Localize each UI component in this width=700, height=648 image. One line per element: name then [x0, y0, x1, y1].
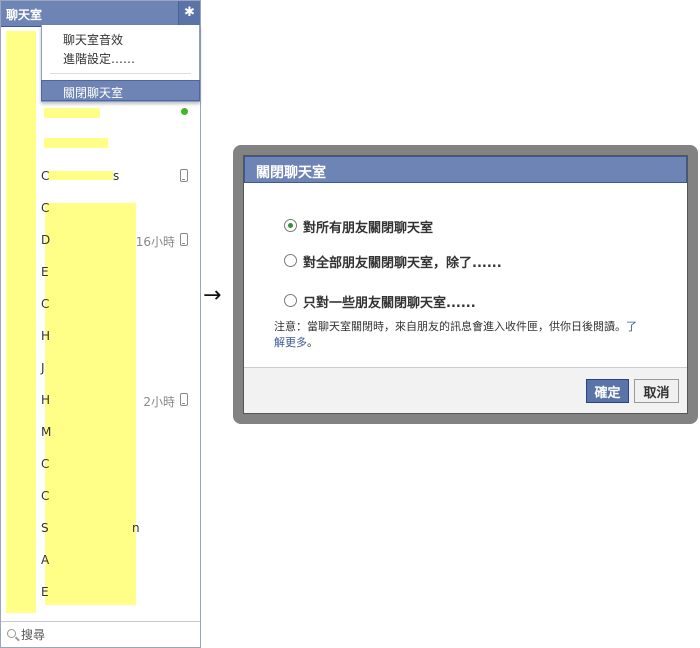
- confirm-button[interactable]: 確定: [586, 379, 629, 403]
- contact-name-initial: A: [41, 553, 50, 567]
- contact-name-initial: C: [41, 489, 50, 503]
- chat-title: 聊天室: [6, 8, 43, 22]
- radio-button[interactable]: [284, 219, 297, 232]
- gear-icon: ✱: [184, 5, 195, 20]
- note-end: 。: [307, 336, 318, 349]
- contact-row[interactable]: A: [1, 544, 200, 576]
- menu-divider: [50, 73, 191, 74]
- contact-row[interactable]: E: [1, 256, 200, 288]
- mobile-phone-icon: [180, 169, 188, 182]
- contact-name-initial: E: [41, 585, 49, 599]
- chat-settings-button[interactable]: ✱: [178, 1, 200, 27]
- contact-row[interactable]: D 16小時: [1, 224, 200, 256]
- contact-row[interactable]: C: [1, 480, 200, 512]
- search-icon: [7, 629, 16, 638]
- last-active-time: 16小時: [135, 235, 175, 249]
- contact-name-initial: H: [41, 393, 51, 407]
- dialog-overlay-frame: 關閉聊天室 對所有朋友關閉聊天室 對全部朋友關閉聊天室，除了...... 只對一…: [233, 145, 698, 424]
- menu-item-close-chat-label: 關閉聊天室: [63, 86, 124, 100]
- contact-row[interactable]: C: [1, 192, 200, 224]
- note-text: 注意：當聊天室關閉時，來自朋友的訊息會進入收件匣，供你日後閱讀。: [274, 320, 626, 333]
- contact-row[interactable]: Sn: [1, 512, 200, 544]
- contact-row[interactable]: E: [1, 576, 200, 608]
- radio-button[interactable]: [284, 294, 297, 307]
- option-label: 對全部朋友關閉聊天室，除了......: [303, 256, 502, 271]
- close-chat-dialog: 關閉聊天室 對所有朋友關閉聊天室 對全部朋友關閉聊天室，除了...... 只對一…: [243, 155, 688, 414]
- contact-name-initial: D: [41, 233, 51, 247]
- mobile-phone-icon: [180, 233, 188, 246]
- contact-name-initial: S: [41, 521, 49, 535]
- dialog-note: 注意：當聊天室關閉時，來自朋友的訊息會進入收件匣，供你日後閱讀。了解更多。: [274, 319, 644, 351]
- online-status-dot-icon: [181, 108, 188, 115]
- menu-item-close-chat[interactable]: 關閉聊天室: [41, 80, 200, 101]
- option-label: 只對一些朋友關閉聊天室......: [303, 296, 476, 311]
- contact-name-tail: s: [113, 169, 120, 183]
- contact-name-initial: M: [41, 425, 52, 439]
- contact-row[interactable]: H: [1, 320, 200, 352]
- contact-row[interactable]: C: [1, 448, 200, 480]
- dialog-title: 關閉聊天室: [256, 165, 326, 181]
- contact-row[interactable]: J: [1, 352, 200, 384]
- mobile-phone-icon: [180, 393, 188, 406]
- contact-name-initial: C: [41, 297, 50, 311]
- contact-name-initial: J: [41, 361, 45, 375]
- contact-name-initial: H: [41, 329, 51, 343]
- cancel-button[interactable]: 取消: [634, 379, 679, 403]
- option-label: 對所有朋友關閉聊天室: [303, 221, 434, 236]
- last-active-time: 2小時: [143, 395, 175, 409]
- contact-row[interactable]: M: [1, 416, 200, 448]
- menu-item-chat-sound[interactable]: 聊天室音效: [63, 31, 123, 48]
- chat-header: 聊天室 ✱: [1, 1, 200, 27]
- contact-name-initial: C: [41, 201, 50, 215]
- arrow-right-icon: →: [203, 283, 222, 308]
- contact-name-initial: C: [41, 457, 50, 471]
- contact-name-initial: C: [41, 169, 50, 183]
- chat-search-bar: [1, 621, 200, 647]
- menu-item-advanced-settings[interactable]: 進階設定……: [63, 50, 135, 67]
- dialog-footer: 確定 取消: [244, 367, 687, 413]
- contact-row[interactable]: Cs: [1, 160, 200, 192]
- contact-row[interactable]: [1, 128, 200, 160]
- chat-search-input[interactable]: [21, 626, 191, 644]
- dialog-title-bar: 關閉聊天室: [244, 156, 687, 183]
- contact-row[interactable]: C: [1, 288, 200, 320]
- contact-name-tail: n: [132, 521, 140, 535]
- contact-name-initial: E: [41, 265, 49, 279]
- radio-button[interactable]: [284, 254, 297, 267]
- contact-row[interactable]: H 2小時: [1, 384, 200, 416]
